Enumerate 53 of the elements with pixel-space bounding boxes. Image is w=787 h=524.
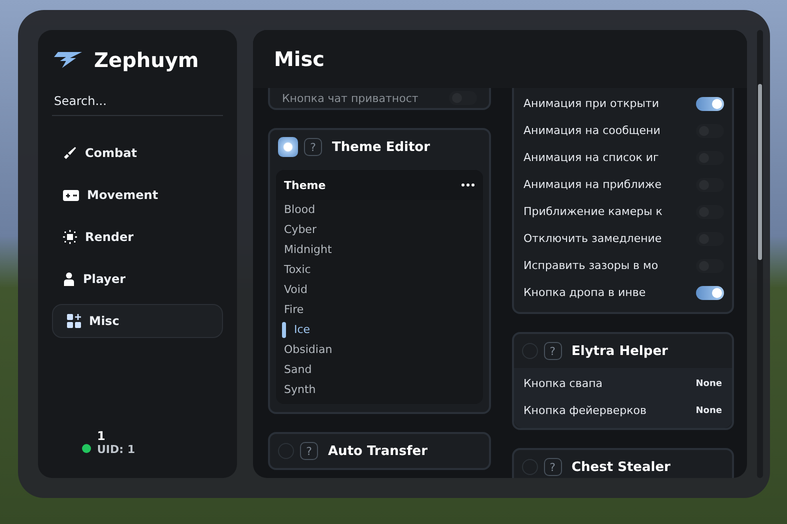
setting-label: Кнопка дропа в инве [524, 286, 646, 299]
module-title: Elytra Helper [572, 344, 668, 358]
sun-icon [63, 230, 77, 244]
bind-value[interactable]: None [696, 406, 722, 416]
category-tab[interactable]: Player [52, 262, 223, 296]
theme-option[interactable]: Synth [276, 380, 482, 400]
category-tab[interactable]: Misc [52, 304, 223, 338]
help-button[interactable]: ? [544, 458, 562, 476]
theme-option[interactable]: Midnight [276, 240, 482, 260]
grid-plus-icon [67, 314, 81, 328]
more-icon[interactable] [460, 183, 474, 187]
brand-name: Zephuym [94, 48, 199, 72]
user-id: UID: 1 [97, 443, 136, 456]
setting-label: Анимация на сообщени [524, 124, 660, 137]
setting-label: Анимация на список иг [524, 151, 659, 164]
theme-option[interactable]: Fire [276, 300, 482, 320]
theme-option[interactable]: Sand [276, 360, 482, 380]
user-name: 1 [97, 429, 106, 443]
category-tab[interactable]: Combat [52, 136, 223, 170]
sword-icon [63, 146, 77, 160]
scrollbar[interactable] [757, 30, 763, 478]
setting-label: Отключить замедление [524, 232, 662, 245]
lightning-logo-icon [54, 52, 82, 68]
help-button[interactable]: ? [304, 138, 322, 156]
help-button[interactable]: ? [544, 342, 562, 360]
panel-title: Misc [274, 47, 325, 71]
bind-label: Кнопка свапа [524, 377, 603, 390]
bind-value[interactable]: None [696, 378, 722, 388]
list-title: Theme [284, 178, 326, 192]
theme-option[interactable]: Blood [276, 200, 482, 220]
setting-label: Анимация при открыти [524, 97, 659, 110]
bind-label: Кнопка фейерверков [524, 404, 646, 417]
theme-option[interactable]: Toxic [276, 260, 482, 280]
toggle-switch[interactable] [696, 96, 724, 110]
category-tab[interactable]: Movement [52, 178, 223, 212]
setting-label: Кнопка чат приватност [282, 92, 418, 104]
category-tab[interactable]: Render [52, 220, 223, 254]
gamepad-icon [63, 190, 79, 200]
search-field[interactable]: Search... [52, 90, 223, 116]
module-title: Theme Editor [332, 140, 430, 154]
theme-option[interactable]: Ice [276, 320, 482, 340]
theme-option[interactable]: Void [276, 280, 482, 300]
theme-option[interactable]: Cyber [276, 220, 482, 240]
setting-label: Анимация на приближе [524, 178, 662, 191]
help-button[interactable]: ? [300, 442, 318, 460]
module-title: Auto Transfer [328, 444, 428, 458]
person-icon [63, 272, 75, 286]
toggle-switch[interactable] [696, 286, 724, 300]
module-toggle[interactable] [278, 137, 298, 157]
theme-option[interactable]: Obsidian [276, 340, 482, 360]
setting-label: Исправить зазоры в мо [524, 259, 658, 272]
module-title: Chest Stealer [572, 460, 670, 474]
setting-label: Приближение камеры к [524, 205, 662, 218]
